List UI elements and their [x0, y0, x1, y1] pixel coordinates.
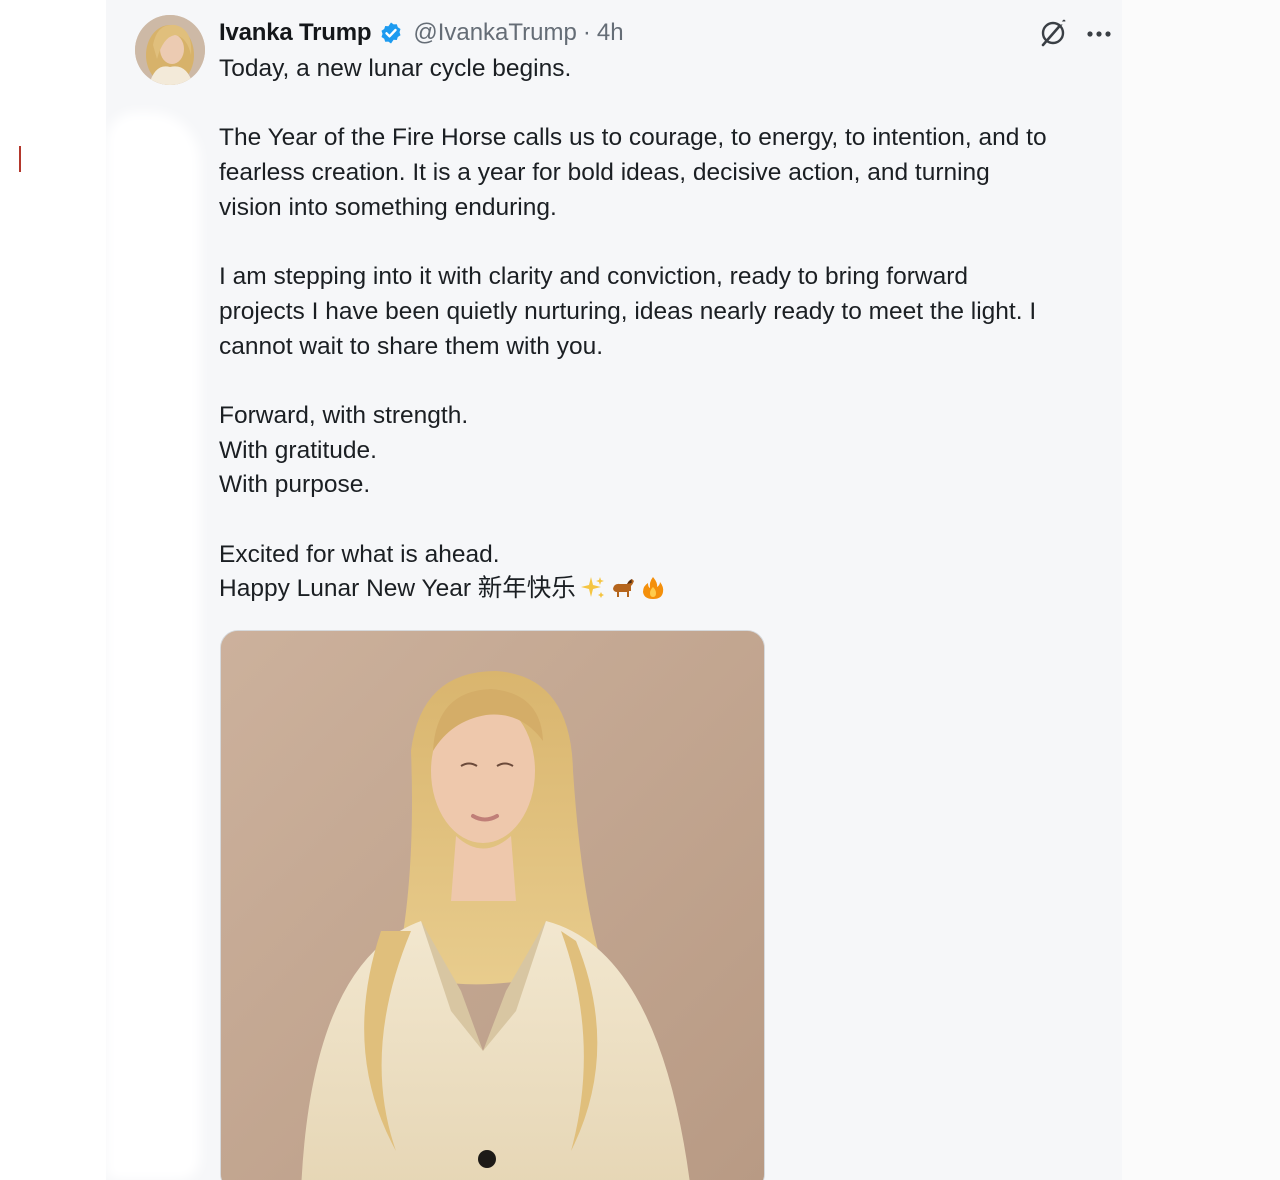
cursor-mark	[19, 146, 21, 172]
text-line: Today, a new lunar cycle begins.	[219, 55, 572, 82]
paragraph-3: I am stepping into it with clarity and c…	[219, 260, 1124, 364]
header-separator: ·	[582, 19, 591, 46]
left-margin	[0, 0, 106, 1180]
text-line: Excited for what is ahead.	[219, 540, 500, 568]
tweet-text: Today, a new lunar cycle begins. The Yea…	[219, 52, 1124, 642]
new-year-greeting: Happy Lunar New Year 新年快乐	[219, 575, 576, 603]
text-line: Forward, with strength.	[219, 401, 469, 429]
screenshot-page: Ivanka Trump @IvankaTrump · 4h Today, a …	[0, 0, 1280, 1180]
verified-badge-icon	[379, 21, 403, 45]
text-line: fearless creation. It is a year for bold…	[219, 159, 990, 187]
text-line: I am stepping into it with clarity and c…	[219, 263, 968, 291]
display-name[interactable]: Ivanka Trump	[219, 19, 372, 47]
text-line-with-emoji: Happy Lunar New Year 新年快乐	[219, 572, 1124, 607]
text-line: projects I have been quietly nurturing, …	[219, 297, 1037, 325]
fire-emoji	[640, 575, 666, 601]
paragraph-1: Today, a new lunar cycle begins.	[219, 52, 1124, 87]
text-line: With purpose.	[219, 471, 371, 499]
redaction-smudge	[106, 112, 200, 1180]
text-line: With gratitude.	[219, 436, 377, 464]
horse-emoji	[610, 575, 636, 601]
text-line: vision into something enduring.	[219, 193, 557, 221]
text-line: cannot wait to share them with you.	[219, 332, 604, 360]
avatar[interactable]	[135, 15, 205, 85]
grok-icon[interactable]	[1038, 18, 1068, 48]
paragraph-2: The Year of the Fire Horse calls us to c…	[219, 121, 1124, 225]
tweet-card[interactable]: Ivanka Trump @IvankaTrump · 4h Today, a …	[106, 0, 1122, 1180]
more-options-icon[interactable]	[1084, 22, 1114, 46]
text-line: The Year of the Fire Horse calls us to c…	[219, 124, 1047, 152]
sparkles-emoji	[580, 575, 606, 601]
timestamp[interactable]: 4h	[597, 19, 624, 47]
tweet-header: Ivanka Trump @IvankaTrump · 4h	[219, 16, 624, 50]
portrait-image	[221, 631, 764, 1180]
paragraph-5: Excited for what is ahead. Happy Lunar N…	[219, 538, 1124, 607]
right-margin	[1122, 0, 1280, 1180]
paragraph-4: Forward, with strength. With gratitude. …	[219, 399, 1124, 503]
tweet-photo[interactable]	[220, 630, 765, 1180]
user-handle[interactable]: @IvankaTrump	[413, 19, 577, 47]
